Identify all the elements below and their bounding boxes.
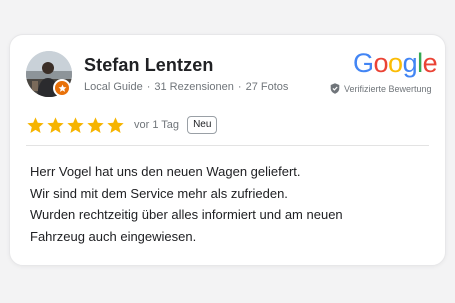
new-badge: Neu	[187, 116, 218, 134]
review-line: Wir sind mit dem Service mehr als zufrie…	[30, 185, 288, 201]
verified-label: Verifizierte Bewertung	[344, 83, 432, 94]
reviewer-level: Local Guide	[84, 81, 143, 93]
star-icon	[87, 116, 104, 133]
review-line: Fahrzeug auch eingewiesen.	[30, 228, 197, 244]
google-logo-letter: o	[388, 48, 403, 78]
divider	[26, 145, 429, 146]
separator-dot: ·	[146, 81, 151, 93]
star-icon	[107, 116, 124, 133]
google-logo-letter: o	[373, 48, 389, 78]
star-icon	[67, 116, 84, 133]
review-line: Wurden rechtzeitig über alles informiert…	[30, 207, 343, 222]
google-logo-letter: G	[353, 48, 374, 78]
star-icon	[27, 116, 44, 133]
star-rating	[26, 116, 126, 135]
google-logo-letter: g	[402, 48, 418, 78]
star-icon	[47, 116, 64, 133]
separator-dot: ·	[237, 81, 242, 93]
reviewer-name[interactable]: Stefan Lentzen	[84, 55, 213, 76]
verified-review: Verifizierte Bewertung	[330, 83, 432, 94]
reviewer-meta: Local Guide · 31 Rezensionen · 27 Fotos	[84, 81, 288, 93]
review-time: vor 1 Tag	[134, 119, 180, 131]
review-line: Herr Vogel hat uns den neuen Wagen gelie…	[30, 164, 301, 179]
review-text: Herr Vogel hat uns den neuen Wagen gelie…	[30, 161, 430, 247]
google-logo: Google	[353, 48, 438, 79]
rating-row: vor 1 Tag Neu	[26, 115, 218, 135]
reviewer-photo-count: 27 Fotos	[245, 81, 289, 93]
google-logo-letter: e	[422, 48, 438, 78]
local-guide-badge-icon	[53, 79, 71, 97]
verified-shield-icon	[330, 83, 340, 94]
reviewer-review-count: 31 Rezensionen	[154, 81, 234, 93]
review-card: Stefan Lentzen Local Guide · 31 Rezensione…	[9, 34, 446, 266]
